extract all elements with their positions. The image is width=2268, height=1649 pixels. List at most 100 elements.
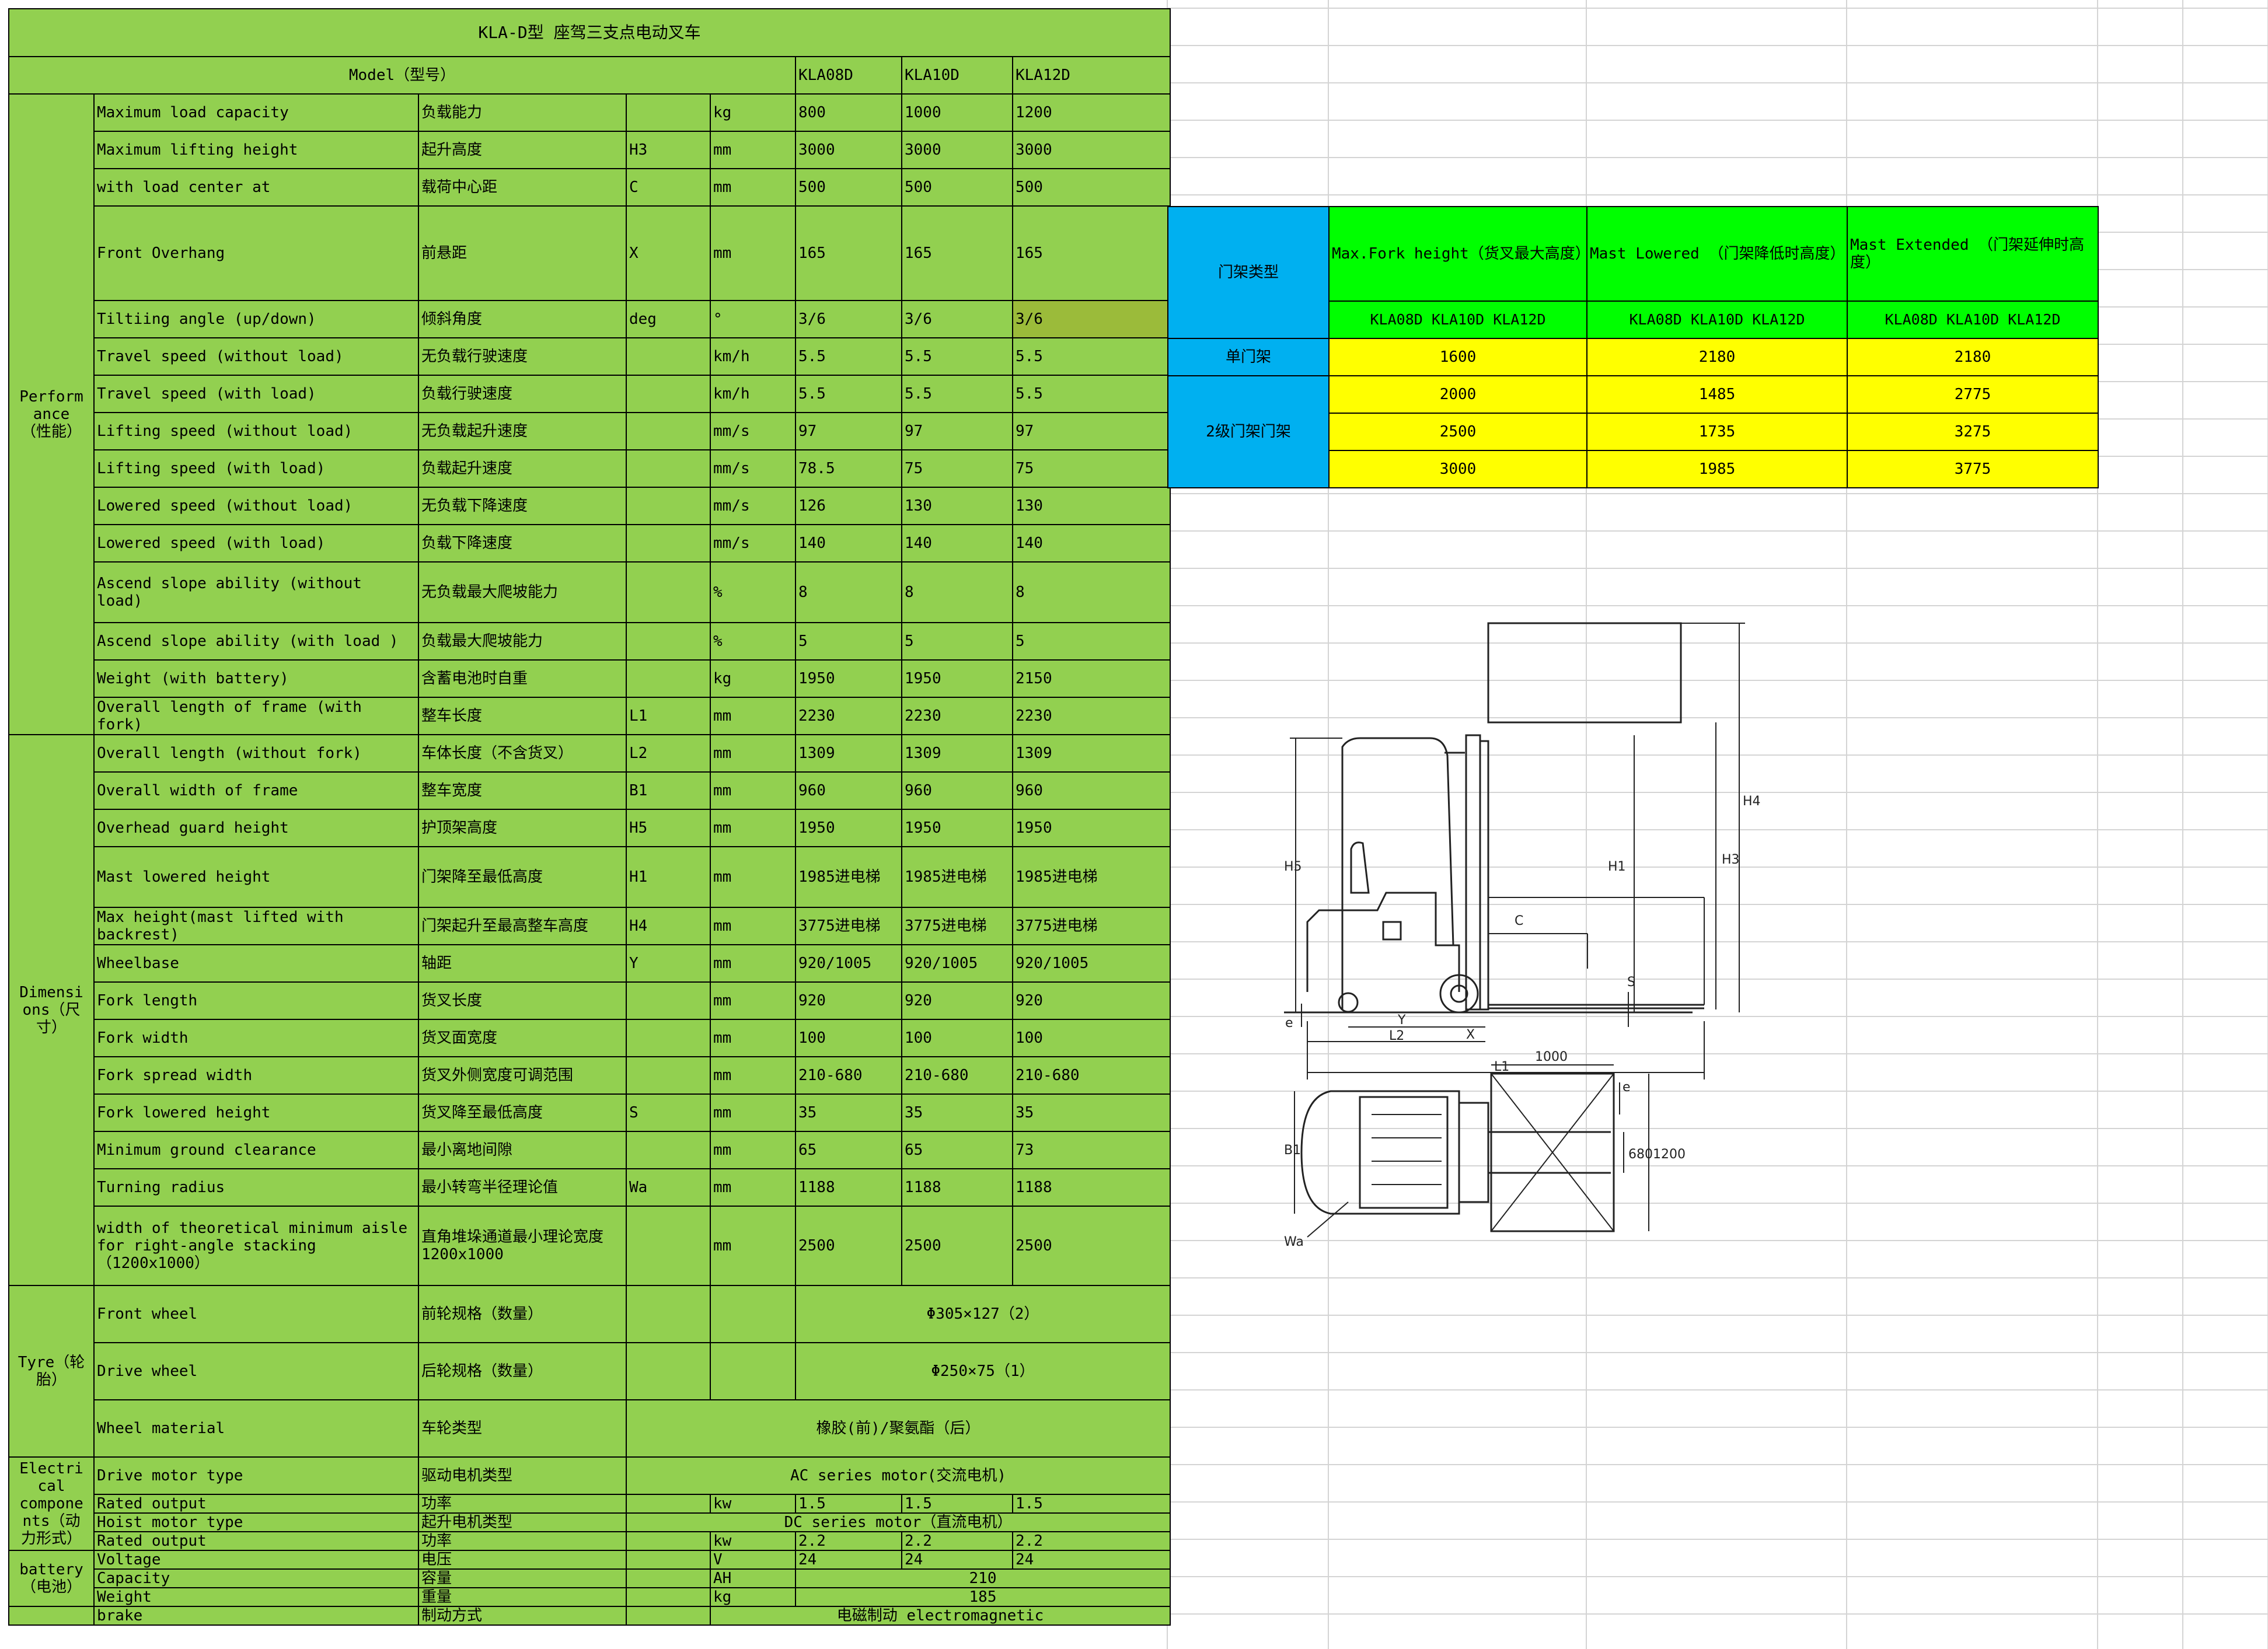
param-code <box>626 1056 711 1095</box>
spec-table: KLA-D型 座驾三支点电动叉车 Model（型号） KLA08D KLA10D KLA… <box>8 8 1171 1626</box>
param-code <box>626 524 711 563</box>
value-kla08d: 1950 <box>795 809 902 847</box>
mast-value: 2180 <box>1847 338 2099 376</box>
param-cn: 护顶架高度 <box>418 809 627 847</box>
param-unit: AH <box>710 1568 796 1588</box>
param-cn: 制动方式 <box>418 1606 627 1626</box>
param-cn: 容量 <box>418 1568 627 1588</box>
param-cn: 货叉长度 <box>418 981 627 1020</box>
value-kla12d: 5 <box>1012 622 1171 661</box>
param-code <box>626 1131 711 1169</box>
param-en: Drive wheel <box>93 1342 419 1400</box>
param-code: Wa <box>626 1168 711 1207</box>
table-row: Drive wheel 后轮规格（数量） Φ250×75（1） <box>9 1342 1171 1400</box>
label-b1: B1 <box>1284 1143 1301 1158</box>
param-unit: mm <box>710 1056 796 1095</box>
param-cn: 含蓄电池时自重 <box>418 659 627 698</box>
param-cn: 载荷中心距 <box>418 168 627 207</box>
table-row: Tiltiing angle (up/down) 倾斜角度 deg ° 3/6 3/6 3/… <box>9 300 1171 338</box>
param-code <box>626 1206 711 1286</box>
param-unit: mm <box>710 981 796 1020</box>
value-kla12d: 5.5 <box>1012 337 1171 376</box>
mast <box>1465 734 1481 1011</box>
value-kla12d: 1200 <box>1012 93 1171 132</box>
table-row: Max height(mast lifted with backrest) 门架起… <box>9 907 1171 945</box>
mast-value: 3775 <box>1847 450 2099 488</box>
param-code <box>626 449 711 488</box>
table-row: Capacity 容量 AH 210 <box>9 1568 1171 1588</box>
param-code <box>626 1550 711 1570</box>
table-row: Fork length 货叉长度 mm 920 920 920 <box>9 981 1171 1020</box>
value-kla10d: 140 <box>901 524 1013 563</box>
table-title: KLA-D型 座驾三支点电动叉车 <box>8 8 1171 57</box>
param-cn: 负载下降速度 <box>418 524 627 563</box>
table-row: Fork width 货叉面宽度 mm 100 100 100 <box>9 1019 1171 1057</box>
value-kla08d: 920 <box>795 981 902 1020</box>
table-row: Wheel material 车轮类型 橡胶(前)/聚氨酯（后） <box>9 1399 1171 1458</box>
label-c: C <box>1515 914 1523 928</box>
param-en: Fork lowered height <box>93 1093 419 1132</box>
table-row: Rated output 功率 kw 1.5 1.5 1.5 <box>9 1494 1171 1514</box>
label-s: S <box>1627 975 1635 990</box>
value-kla10d: 130 <box>901 487 1013 525</box>
label-l1: L1 <box>1494 1060 1509 1074</box>
model-kla08d: KLA08D <box>795 56 902 95</box>
merged-value: AC series motor(交流电机) <box>626 1456 1171 1495</box>
param-code <box>626 337 711 376</box>
param-cn: 无负载下降速度 <box>418 487 627 525</box>
value-kla08d: 1950 <box>795 659 902 698</box>
value-kla08d: 2500 <box>795 1206 902 1286</box>
label-l2: L2 <box>1389 1029 1404 1043</box>
param-unit: mm/s <box>710 524 796 563</box>
table-row: Tyre（轮 胎） Front wheel 前轮规格（数量） Φ305×127（2） <box>8 1285 1171 1458</box>
table-row: 单门架 1600 2180 2180 <box>1167 338 2099 376</box>
value-kla12d: 5.5 <box>1012 375 1171 413</box>
param-en: Drive motor type <box>93 1456 419 1495</box>
param-en: Maximum lifting height <box>93 131 419 169</box>
param-en: Rated output <box>93 1494 419 1514</box>
param-code <box>626 1568 711 1588</box>
value-kla08d: 960 <box>795 771 902 810</box>
value-kla12d: 3775进电梯 <box>1012 907 1171 945</box>
param-en: Voltage <box>93 1550 419 1570</box>
param-en: with load center at <box>93 168 419 207</box>
param-en: Hoist motor type <box>93 1512 419 1532</box>
param-code <box>626 412 711 450</box>
param-cn: 无负载最大爬坡能力 <box>418 561 627 623</box>
table-row: Wheelbase 轴距 Ymm 920/1005 920/1005 920/1005 <box>9 944 1171 983</box>
mast-value: 1985 <box>1586 450 1848 488</box>
param-unit <box>710 1342 796 1400</box>
section-label: Electri cal compone nts（动 力形式） <box>8 1456 95 1551</box>
value-kla12d: 97 <box>1012 412 1171 450</box>
value-kla10d: 97 <box>901 412 1013 450</box>
table-row: brake 制动方式 电磁制动 electromagnetic <box>8 1606 1171 1626</box>
value-kla12d: 1.5 <box>1012 1494 1171 1514</box>
value-kla10d: 1950 <box>901 659 1013 698</box>
param-en: Weight <box>93 1587 419 1607</box>
value-kla08d: 97 <box>795 412 902 450</box>
param-cn: 后轮规格（数量） <box>418 1342 627 1400</box>
table-row: Dimensi ons（尺 寸） Overall length (without … <box>8 734 1171 1286</box>
value-kla10d: 8 <box>901 561 1013 623</box>
value-kla10d: 2500 <box>901 1206 1013 1286</box>
table-row: Lowered speed (without load) 无负载下降速度 mm/s 1… <box>9 487 1171 525</box>
param-cn: 最小转弯半径理论值 <box>418 1168 627 1207</box>
value-kla12d: 24 <box>1012 1550 1171 1570</box>
param-cn: 门架起升至最高整车高度 <box>418 907 627 945</box>
param-unit: mm/s <box>710 449 796 488</box>
value-kla12d: 8 <box>1012 561 1171 623</box>
seat <box>1350 841 1370 894</box>
param-unit: km/h <box>710 337 796 376</box>
value-kla12d: 3/6 <box>1012 300 1171 338</box>
value-kla08d: 126 <box>795 487 902 525</box>
truck-body <box>1306 892 1460 992</box>
value-kla12d: 140 <box>1012 524 1171 563</box>
value-kla08d: 1309 <box>795 734 902 773</box>
param-cn: 货叉外侧宽度可调范围 <box>418 1056 627 1095</box>
param-unit: ° <box>710 300 796 338</box>
merged-value: Φ305×127（2） <box>795 1285 1171 1343</box>
value-kla12d: 73 <box>1012 1131 1171 1169</box>
value-kla08d: 8 <box>795 561 902 623</box>
side-view: H5 H1 H3 H4 C S e Y X L2 L1 <box>1284 622 1761 1079</box>
param-cn: 门架降至最低高度 <box>418 846 627 908</box>
